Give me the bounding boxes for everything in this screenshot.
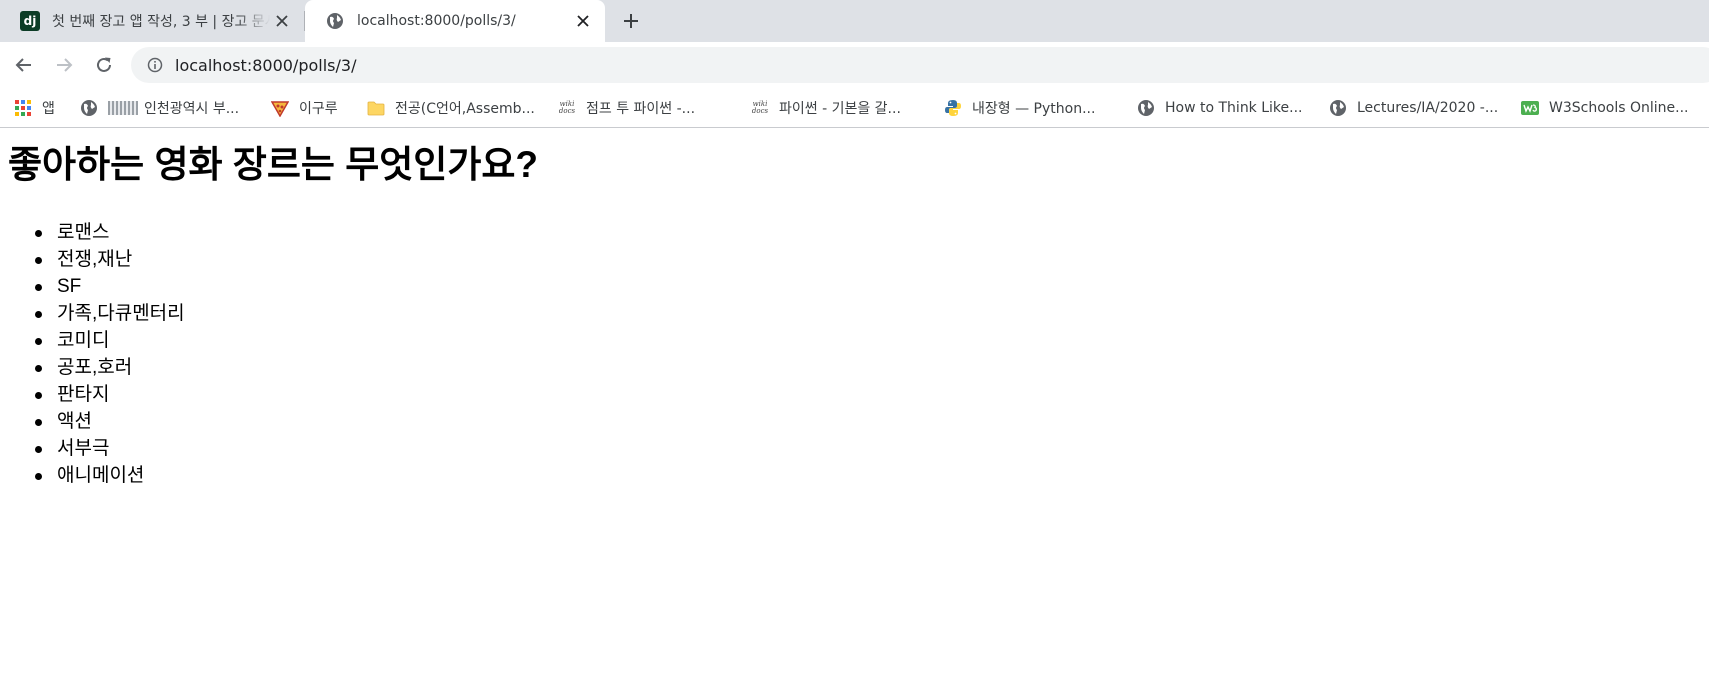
bookmark-jump-to-python[interactable]: wiki docs 점프 투 파이썬 -... [558, 88, 695, 128]
bookmark-label: W3Schools Online... [1549, 100, 1689, 116]
choice-item: 코미디 [35, 327, 185, 354]
page-content: 좋아하는 영화 장르는 무엇인가요? 로맨스 전쟁,재난 SF 가족,다큐멘터리… [0, 129, 1709, 681]
bookmark-how-to-think[interactable]: How to Think Like... [1137, 88, 1303, 128]
django-icon: dj [20, 11, 40, 31]
choice-item: 가족,다큐멘터리 [35, 300, 185, 327]
tab-django-docs[interactable]: dj 첫 번째 장고 앱 작성, 3 부 | 장고 문서 [0, 0, 304, 42]
choice-item: 액션 [35, 408, 185, 435]
tab-strip: dj 첫 번째 장고 앱 작성, 3 부 | 장고 문서 localhost:8… [0, 0, 1709, 42]
bookmark-label: 인천광역시 부... [144, 101, 240, 117]
bookmark-apps[interactable]: 앱 [14, 88, 55, 128]
choice-item: 공포,호러 [35, 354, 185, 381]
bookmarks-bar: 앱 인천광역시 부... 이구루 전공(C언어,Assemb... wiki do… [0, 88, 1709, 128]
bookmark-label: 점프 투 파이썬 -... [586, 101, 696, 117]
pizza-icon [271, 99, 289, 117]
bookmark-major-folder[interactable]: 전공(C언어,Assemb... [367, 88, 535, 128]
forward-button[interactable] [48, 49, 80, 81]
globe-icon [1329, 99, 1347, 117]
bookmark-incheon[interactable]: 인천광역시 부... [80, 88, 239, 128]
new-tab-button[interactable] [617, 7, 645, 35]
bookmark-label: 전공(C언어,Assemb... [395, 101, 535, 117]
bookmark-python-builtins[interactable]: 내장형 — Python... [944, 88, 1095, 128]
wikidocs-icon: wiki docs [558, 100, 576, 115]
bookmark-label: 앱 [42, 101, 55, 117]
arrow-right-icon [57, 58, 73, 72]
bookmark-w3schools[interactable]: W3Schools Online... [1521, 88, 1688, 128]
wikidocs-icon: wiki docs [751, 100, 769, 115]
reload-icon [97, 57, 111, 72]
tab-title: 첫 번째 장고 앱 작성, 3 부 | 장고 문서 [52, 14, 270, 30]
folder-icon [367, 99, 385, 117]
bookmark-label: 파이썬 - 기본을 갈... [779, 101, 901, 117]
tab-localhost-polls[interactable]: localhost:8000/polls/3/ [305, 0, 605, 42]
choice-item: 전쟁,재난 [35, 246, 185, 273]
bookmark-label: 이구루 [299, 101, 338, 117]
globe-icon [325, 11, 345, 31]
address-bar[interactable]: localhost:8000/polls/3/ [131, 47, 1709, 83]
choice-item: SF [35, 273, 185, 300]
choice-list: 로맨스 전쟁,재난 SF 가족,다큐멘터리 코미디 공포,호러 판타지 액션 서… [35, 219, 185, 489]
info-icon[interactable] [145, 55, 165, 75]
choice-item: 로맨스 [35, 219, 185, 246]
plus-icon [624, 14, 638, 28]
reload-button[interactable] [88, 49, 120, 81]
browser-toolbar: localhost:8000/polls/3/ [0, 42, 1709, 88]
tab-title: localhost:8000/polls/3/ [357, 13, 516, 29]
globe-icon [80, 99, 98, 117]
w3schools-icon [1521, 99, 1539, 117]
globe-icon [1137, 99, 1155, 117]
apps-grid-icon [14, 99, 32, 117]
incheon-logo-icon [108, 101, 138, 115]
bookmark-label: 내장형 — Python... [972, 101, 1096, 117]
bookmark-lectures[interactable]: Lectures/IA/2020 -... [1329, 88, 1498, 128]
bookmark-python-basics[interactable]: wiki docs 파이썬 - 기본을 갈... [751, 88, 901, 128]
close-icon[interactable] [571, 9, 595, 33]
choice-item: 서부극 [35, 435, 185, 462]
bookmark-label: How to Think Like... [1165, 100, 1303, 116]
close-icon[interactable] [270, 9, 294, 33]
choice-item: 판타지 [35, 381, 185, 408]
python-icon [944, 99, 962, 117]
choice-item: 애니메이션 [35, 462, 185, 489]
poll-question-title: 좋아하는 영화 장르는 무엇인가요? [8, 144, 538, 185]
back-button[interactable] [8, 49, 40, 81]
arrow-left-icon [15, 58, 31, 72]
bookmark-iguru[interactable]: 이구루 [271, 88, 338, 128]
address-url: localhost:8000/polls/3/ [175, 55, 357, 75]
bookmark-label: Lectures/IA/2020 -... [1357, 100, 1499, 116]
